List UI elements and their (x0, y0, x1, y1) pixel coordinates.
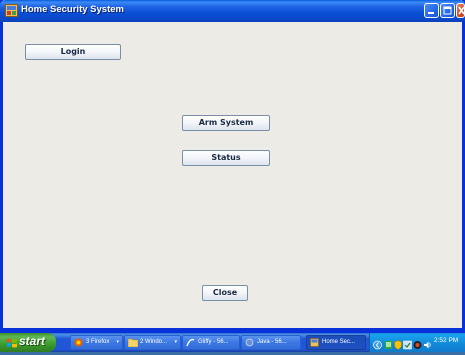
gliffy-icon (186, 338, 195, 349)
java-icon (245, 338, 254, 349)
task-label: 3 Firefox (86, 339, 110, 345)
close-window-button[interactable] (456, 3, 465, 18)
task-label: 2 Windo... (140, 339, 168, 345)
volume-icon[interactable] (423, 337, 432, 355)
clock[interactable]: 2:52 PM (434, 337, 458, 344)
task-home-security[interactable]: Home Sec... (306, 335, 366, 350)
close-button[interactable]: Close (202, 285, 248, 301)
task-gliffy[interactable]: Gliffy - 56... (182, 335, 240, 350)
task-firefox[interactable]: 3 Firefox ▾ (70, 335, 123, 350)
system-tray: 2:52 PM (369, 333, 465, 352)
arm-system-button[interactable]: Arm System (182, 115, 270, 131)
maximize-icon (443, 6, 452, 15)
login-button[interactable]: Login (25, 44, 121, 60)
dropdown-arrow-icon: ▾ (174, 339, 177, 345)
windows-flag-icon (6, 336, 18, 354)
start-button[interactable]: start (0, 333, 56, 352)
network-icon[interactable] (384, 337, 393, 355)
app-window: Home Security System Login Arm System St… (0, 0, 465, 333)
content-panel: Login Arm System Status Close (3, 22, 462, 328)
app-icon (5, 4, 18, 17)
title-bar[interactable]: Home Security System (0, 0, 465, 22)
security-icon[interactable] (403, 337, 412, 355)
task-windows-explorer[interactable]: 2 Windo... ▾ (124, 335, 181, 350)
maximize-button[interactable] (440, 3, 455, 18)
expand-tray-icon[interactable] (373, 337, 382, 355)
close-icon (458, 6, 465, 15)
firefox-icon (74, 338, 83, 349)
taskbar: start 3 Firefox ▾ 2 Windo... ▾ Gliffy - … (0, 333, 465, 352)
speaker-icon[interactable] (413, 337, 422, 355)
dropdown-arrow-icon: ▾ (116, 339, 119, 345)
start-label: start (19, 334, 46, 348)
status-button[interactable]: Status (182, 150, 270, 166)
folder-icon (127, 338, 139, 349)
task-label: Java - 56... (257, 339, 287, 345)
window-title: Home Security System (21, 4, 124, 15)
app-window-icon (310, 338, 319, 349)
task-label: Gliffy - 56... (198, 339, 229, 345)
minimize-button[interactable] (424, 3, 439, 18)
minimize-icon (428, 12, 434, 14)
task-label: Home Sec... (322, 339, 356, 345)
task-java[interactable]: Java - 56... (241, 335, 301, 350)
shield-icon[interactable] (394, 337, 402, 355)
